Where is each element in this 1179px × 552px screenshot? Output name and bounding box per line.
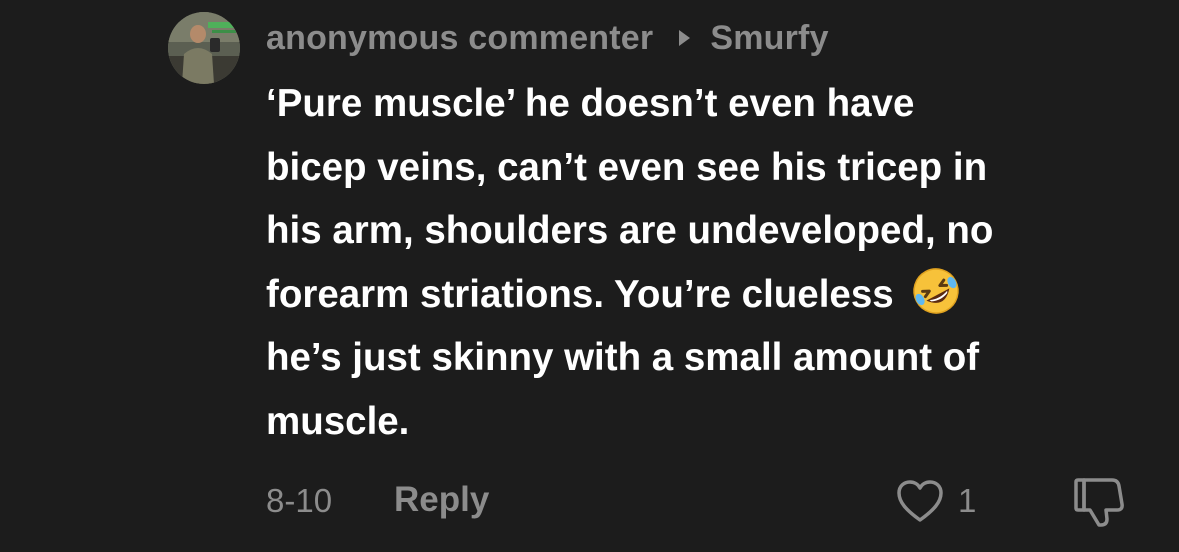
like-count: 1 [958,482,977,519]
comment-header: anonymous commenter Smurfy [266,14,829,62]
comment-line: he’s just skinny with a small amount of [266,336,980,379]
avatar-photo [168,12,240,84]
comment-line-with-emoji: forearm striations. You’re clueless [266,263,1156,327]
author-name[interactable]: anonymous commenter [266,19,653,58]
comment-line: ‘Pure muscle’ he doesn’t even have [266,82,915,125]
comment-date: 8-10 [266,482,333,519]
thumbs-down-outline-icon[interactable] [1072,474,1128,530]
heart-outline-icon[interactable] [894,476,946,528]
avatar[interactable] [168,12,240,84]
comment-line: his arm, shoulders are undeveloped, no [266,209,994,252]
reply-button[interactable]: Reply [394,480,489,520]
comment-text: ‘Pure muscle’ he doesn’t even have bicep… [266,72,1156,453]
reply-to-name[interactable]: Smurfy [710,19,828,58]
comment-footer: 8-10 Reply 1 [266,474,1166,528]
triangle-right-icon [679,30,691,46]
comment-line: bicep veins, can’t even see his tricep i… [266,145,988,189]
comment-line: muscle. [266,399,410,443]
rolling-on-floor-laughing-emoji-icon [910,265,962,317]
comment-line-text: forearm striations. You’re clueless [266,272,894,316]
